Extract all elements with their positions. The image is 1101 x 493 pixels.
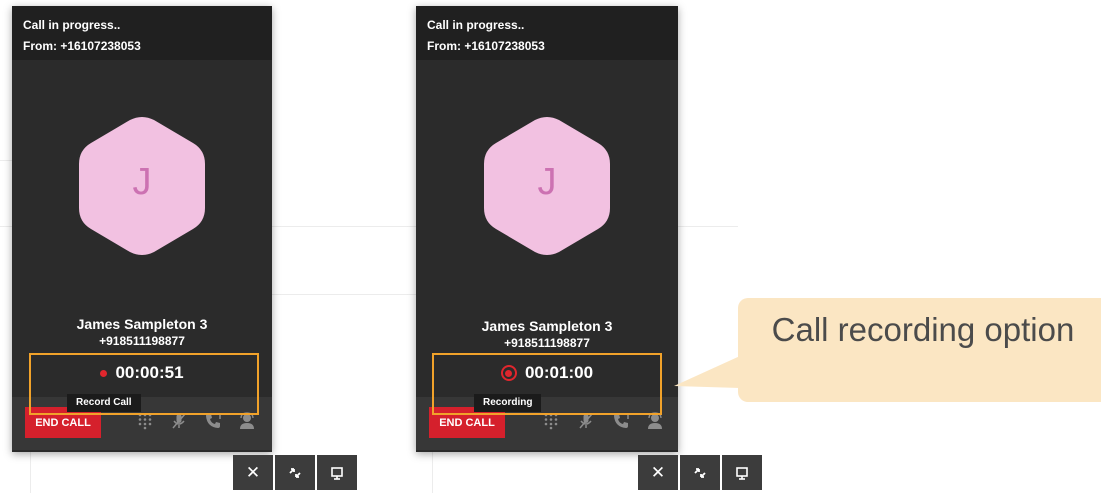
- record-option-highlight: [432, 353, 662, 415]
- popout-icon[interactable]: [722, 455, 762, 490]
- popout-icon[interactable]: [317, 455, 357, 490]
- avatar-initial: J: [537, 161, 557, 203]
- caller-avatar: J: [484, 117, 610, 255]
- background-divider: [0, 226, 12, 227]
- widget-mini-toolbar: ✕: [233, 455, 357, 490]
- close-icon[interactable]: ✕: [233, 455, 273, 490]
- caller-number: +918511198877: [504, 336, 590, 350]
- widget-mini-toolbar: ✕: [638, 455, 762, 490]
- background-divider: [272, 226, 416, 227]
- call-status-text: Call in progress..: [427, 18, 525, 32]
- caller-number: +918511198877: [99, 334, 185, 348]
- background-divider: [30, 452, 31, 493]
- close-icon[interactable]: ✕: [638, 455, 678, 490]
- background-divider: [678, 226, 738, 227]
- avatar-initial: J: [132, 161, 152, 203]
- from-number-text: From: +16107238053: [23, 39, 141, 53]
- caller-name: James Sampleton 3: [481, 318, 613, 334]
- caller-name: James Sampleton 3: [76, 316, 208, 332]
- call-status-bar: Call in progress.. From: +16107238053: [416, 6, 678, 60]
- minimize-icon[interactable]: [275, 455, 315, 490]
- from-number-text: From: +16107238053: [427, 39, 545, 53]
- background-divider: [432, 452, 433, 493]
- callout-pointer: [674, 356, 740, 388]
- background-divider: [272, 294, 416, 295]
- record-option-highlight: [29, 353, 259, 415]
- minimize-icon[interactable]: [680, 455, 720, 490]
- caller-avatar: J: [79, 117, 205, 255]
- call-status-text: Call in progress..: [23, 18, 121, 32]
- callout-label: Call recording option: [771, 311, 1075, 348]
- background-divider: [0, 160, 12, 161]
- call-status-bar: Call in progress.. From: +16107238053: [12, 6, 272, 60]
